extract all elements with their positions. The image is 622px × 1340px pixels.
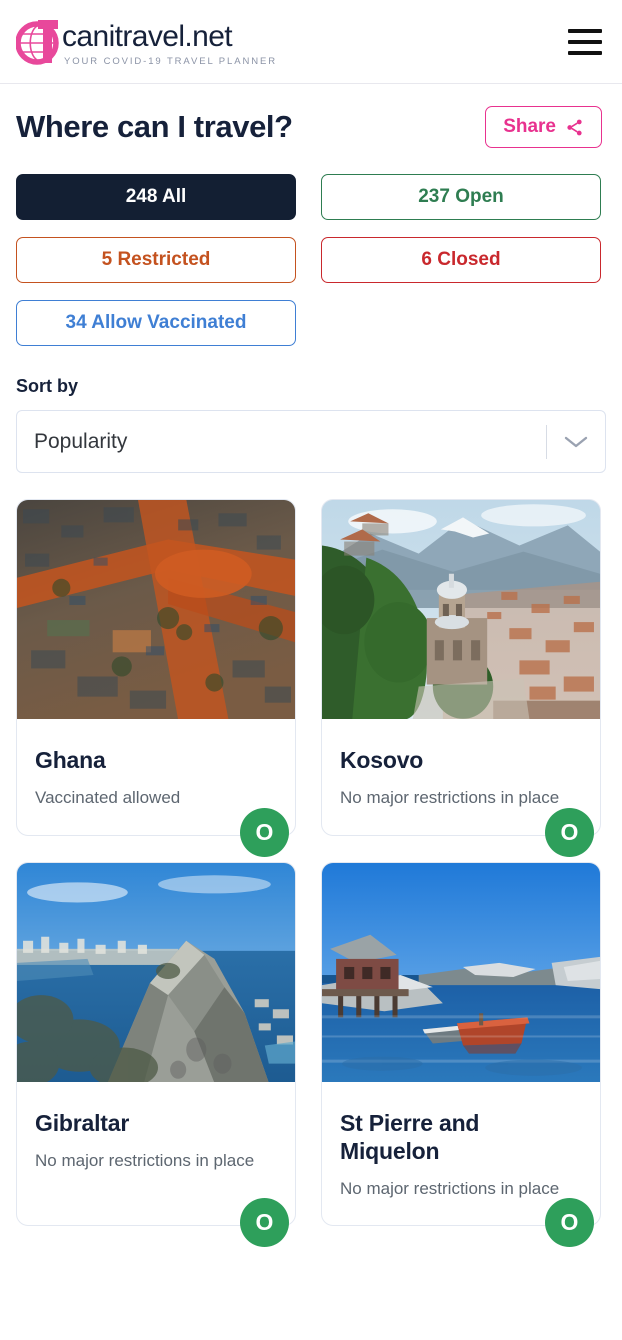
sort-by-label: Sort by	[16, 376, 79, 396]
country-image-gibraltar	[17, 862, 295, 1082]
country-status-ghana: Vaccinated allowed	[35, 788, 181, 808]
hamburger-bar	[568, 50, 602, 55]
site-logo[interactable]: canitravel.net YOUR COVID-19 TRAVEL PLAN…	[16, 16, 568, 67]
sort-by-value: Popularity	[34, 429, 128, 453]
country-card-gibraltar[interactable]: O Gibraltar No major restrictions in pla…	[16, 861, 296, 1248]
country-card-ghana[interactable]: O Ghana Vaccinated allowed	[16, 499, 296, 857]
country-name-st-pierre-and-miquelon: St Pierre and Miquelon	[340, 1109, 480, 1164]
country-image-st-pierre-and-miquelon	[322, 862, 600, 1082]
site-header: canitravel.net YOUR COVID-19 TRAVEL PLAN…	[0, 0, 622, 84]
chevron-down-icon[interactable]	[547, 434, 605, 450]
status-badge-st-pierre-and-miquelon: O	[545, 1198, 594, 1248]
country-status-gibraltar: No major restrictions in place	[35, 1150, 255, 1170]
country-card-kosovo[interactable]: O Kosovo No major restrictions in place	[321, 499, 601, 857]
filter-open[interactable]: 237 Open	[321, 174, 601, 220]
country-image-kosovo	[322, 500, 600, 719]
logo-text-block: canitravel.net YOUR COVID-19 TRAVEL PLAN…	[62, 16, 277, 68]
share-button-label: Share	[503, 116, 556, 137]
filter-all[interactable]: 248 All	[16, 174, 296, 220]
page-title: Where can I travel?	[16, 109, 293, 144]
filter-restricted[interactable]: 5 Restricted	[16, 237, 296, 283]
filter-button-group: 248 All 237 Open 5 Restricted 6 Closed 3…	[0, 148, 622, 346]
app-root: canitravel.net YOUR COVID-19 TRAVEL PLAN…	[0, 0, 622, 1340]
aerial-city-illustration	[17, 500, 295, 719]
filter-closed[interactable]: 6 Closed	[321, 237, 601, 283]
country-status-st-pierre-and-miquelon: No major restrictions in place	[340, 1178, 560, 1198]
chevron-down-glyph	[564, 436, 588, 447]
hillside-church-illustration	[322, 500, 600, 719]
card-body-gibraltar: Gibraltar No major restrictions in place	[17, 1082, 295, 1198]
logo-tagline: YOUR COVID-19 TRAVEL PLANNER	[64, 56, 277, 67]
filter-allow-vaccinated[interactable]: 34 Allow Vaccinated	[16, 300, 296, 346]
title-row: Where can I travel? Share	[0, 84, 622, 148]
status-badge-ghana: O	[240, 807, 289, 857]
country-card-grid: O Ghana Vaccinated allowed O Kosovo No m…	[0, 473, 622, 1248]
country-name-gibraltar: Gibraltar	[35, 1109, 130, 1136]
share-icon	[567, 119, 582, 135]
status-badge-gibraltar: O	[240, 1198, 289, 1248]
hamburger-bar	[568, 28, 602, 33]
logo-wordmark: canitravel.net	[62, 20, 233, 53]
sort-by-select[interactable]: Popularity	[16, 410, 606, 473]
hamburger-bar	[568, 39, 602, 44]
country-status-kosovo: No major restrictions in place	[340, 788, 560, 808]
hamburger-menu-icon[interactable]	[568, 28, 602, 55]
status-badge-kosovo: O	[545, 807, 594, 857]
globe-t-logo-icon	[16, 20, 59, 65]
country-card-st-pierre-and-miquelon[interactable]: O St Pierre and Miquelon No major restri…	[321, 861, 601, 1248]
country-name-ghana: Ghana	[35, 747, 106, 773]
boat-in-cove-illustration	[322, 862, 600, 1082]
country-name-kosovo: Kosovo	[340, 747, 424, 773]
share-button[interactable]: Share	[485, 106, 602, 148]
country-image-ghana	[17, 500, 295, 719]
rock-of-gibraltar-illustration	[17, 862, 295, 1082]
